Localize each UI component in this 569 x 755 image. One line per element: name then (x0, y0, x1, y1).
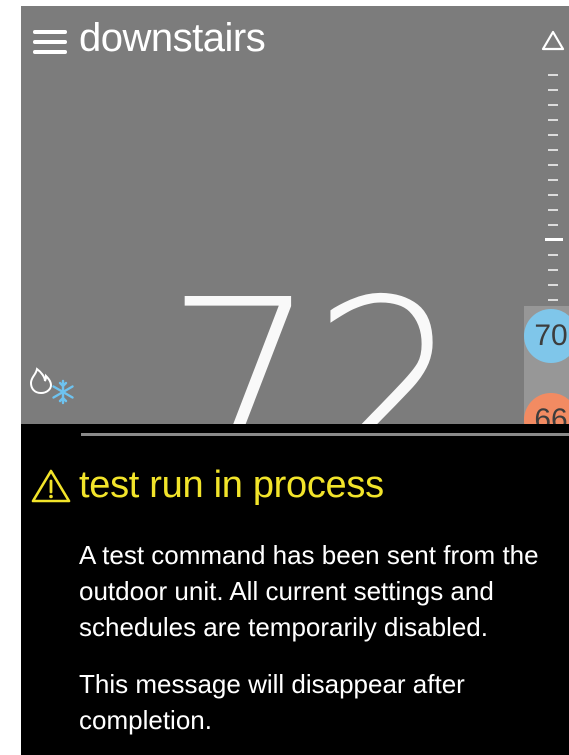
alert-note: This message will disappear after comple… (79, 669, 465, 735)
alert-message: A test command has been sent from the ou… (79, 540, 539, 642)
thermostat-screen: downstairs 72 70 66 test run in process … (21, 0, 569, 755)
divider (81, 433, 569, 436)
cool-setpoint-bubble[interactable]: 70 (524, 309, 569, 363)
zone-title: downstairs (79, 16, 266, 60)
thermostat-display: downstairs 72 70 66 (21, 6, 569, 424)
hamburger-menu-icon[interactable] (33, 30, 67, 56)
warning-icon (31, 469, 71, 502)
alert-title: test run in process (79, 464, 384, 506)
current-temperature: 72 (165, 248, 464, 424)
alert-panel: test run in process A test command has b… (21, 424, 569, 755)
triangle-up-icon[interactable] (541, 30, 565, 52)
heat-cool-mode-icon[interactable] (27, 361, 75, 405)
alert-header: test run in process (31, 464, 384, 507)
